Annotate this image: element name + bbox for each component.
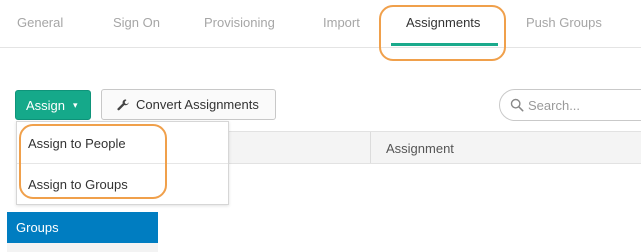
search-placeholder: Search... [528,97,581,113]
assignments-tab-highlight [379,5,506,61]
assign-button-label: Assign [26,97,66,113]
sidebar-item-label: Groups [16,220,59,235]
tab-sign-on[interactable]: Sign On [113,15,160,30]
assign-button[interactable]: Assign ▾ [15,90,91,120]
wrench-icon [117,98,129,110]
tab-provisioning[interactable]: Provisioning [204,15,275,30]
tab-general[interactable]: General [17,15,63,30]
caret-down-icon: ▾ [73,99,78,110]
search-input[interactable]: Search... [499,89,641,121]
column-header-assignment[interactable]: Assignment [386,141,454,156]
tab-push-groups[interactable]: Push Groups [526,15,602,30]
sidebar-item-groups[interactable]: Groups [7,212,158,243]
column-divider [370,132,371,163]
assign-menu-highlight [19,124,167,199]
sidebar-panel [7,243,158,252]
convert-assignments-button[interactable]: Convert Assignments [101,89,276,120]
search-icon [510,98,524,112]
convert-assignments-label: Convert Assignments [136,97,259,112]
app-tabs: General Sign On Provisioning Import Assi… [0,0,641,48]
tab-import[interactable]: Import [323,15,360,30]
